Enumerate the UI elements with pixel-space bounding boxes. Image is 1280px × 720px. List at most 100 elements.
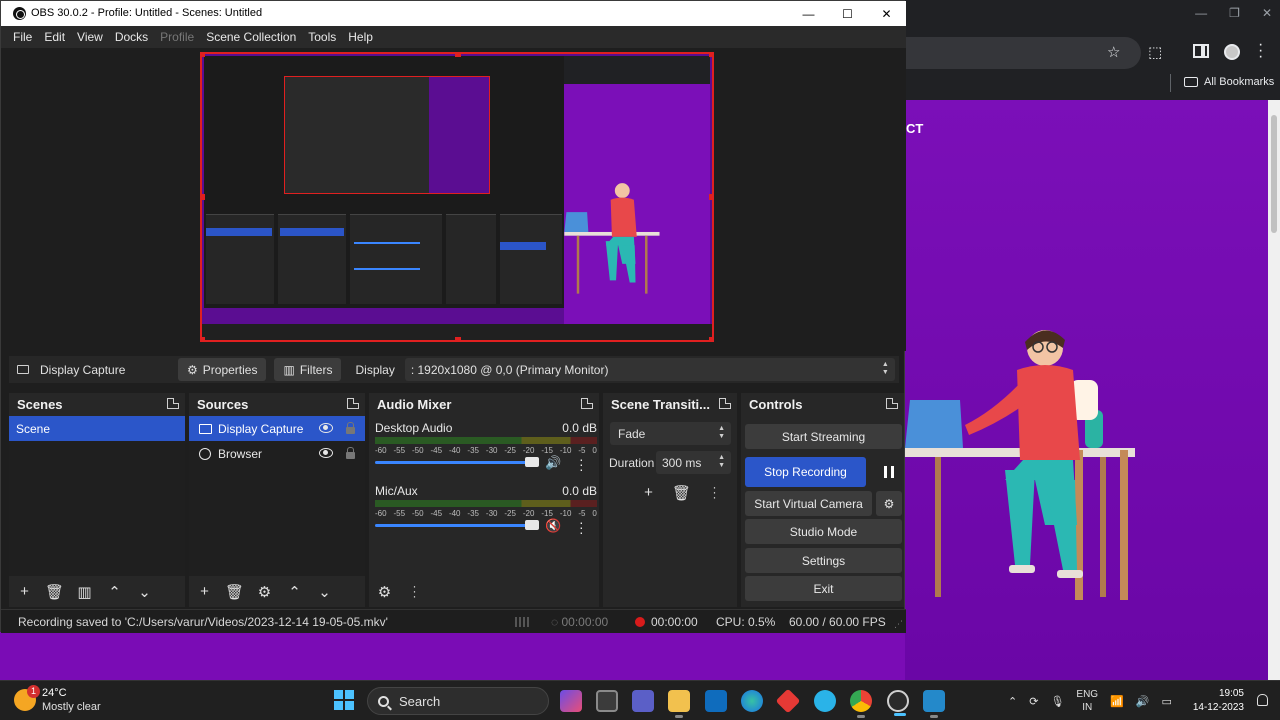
weather-temperature[interactable]: 24°C bbox=[42, 687, 67, 699]
start-virtual-camera-button[interactable]: Start Virtual Camera bbox=[745, 491, 872, 516]
menu-docks[interactable]: Docks bbox=[109, 30, 154, 44]
minimize-button[interactable]: — bbox=[789, 1, 828, 26]
undock-icon[interactable] bbox=[886, 398, 898, 409]
all-bookmarks-button[interactable]: All Bookmarks bbox=[1184, 76, 1274, 88]
resize-handle[interactable] bbox=[709, 54, 712, 57]
visibility-eye-icon[interactable] bbox=[319, 448, 333, 458]
source-item-browser[interactable]: Browser bbox=[189, 441, 365, 466]
resize-handle[interactable] bbox=[455, 54, 461, 57]
slider-handle[interactable] bbox=[525, 520, 539, 530]
start-streaming-button[interactable]: Start Streaming bbox=[745, 424, 902, 449]
side-panel-icon[interactable] bbox=[1193, 44, 1209, 58]
muted-speaker-icon[interactable]: 🔇 bbox=[545, 518, 561, 534]
resize-handle[interactable] bbox=[202, 194, 205, 200]
menu-tools[interactable]: Tools bbox=[302, 30, 342, 44]
exit-button[interactable]: Exit bbox=[745, 576, 902, 601]
source-item-display-capture[interactable]: Display Capture bbox=[189, 416, 365, 441]
clock[interactable]: 19:05 14-12-2023 bbox=[1193, 687, 1244, 715]
settings-button[interactable]: Settings bbox=[745, 548, 902, 573]
resize-handle[interactable] bbox=[709, 337, 712, 340]
vscode-app-icon[interactable] bbox=[923, 690, 945, 718]
weather-description[interactable]: Mostly clear bbox=[42, 701, 101, 713]
trash-icon[interactable]: 🗑 bbox=[225, 582, 244, 601]
add-icon[interactable]: + bbox=[15, 582, 34, 601]
undock-icon[interactable] bbox=[581, 398, 593, 409]
chevron-up-icon[interactable]: ⌃ bbox=[285, 582, 304, 601]
close-button[interactable]: ✕ bbox=[867, 1, 906, 26]
browser-scroll-thumb[interactable] bbox=[1271, 115, 1277, 233]
browser-menu-icon[interactable]: · · · bbox=[1258, 37, 1264, 65]
bookmark-star-icon[interactable]: ☆ bbox=[1107, 43, 1120, 61]
resize-handle[interactable] bbox=[202, 54, 205, 57]
menu-file[interactable]: File bbox=[7, 30, 38, 44]
menu-view[interactable]: View bbox=[71, 30, 109, 44]
duration-spinbox[interactable]: 300 ms ▲ ▼ bbox=[656, 451, 731, 474]
trash-icon[interactable]: 🗑 bbox=[45, 582, 64, 601]
maximize-button[interactable]: ☐ bbox=[828, 1, 867, 26]
volume-slider[interactable] bbox=[375, 520, 539, 530]
studio-mode-button[interactable]: Studio Mode bbox=[745, 519, 902, 544]
resize-handle[interactable] bbox=[455, 337, 461, 340]
slider-handle[interactable] bbox=[525, 457, 539, 467]
menu-help[interactable]: Help bbox=[342, 30, 379, 44]
copilot-app-icon[interactable] bbox=[560, 690, 582, 712]
sync-icon[interactable]: ⟳ bbox=[1029, 695, 1038, 708]
undock-icon[interactable] bbox=[719, 398, 731, 409]
undock-icon[interactable] bbox=[167, 398, 179, 409]
more-options-icon[interactable]: · · · bbox=[579, 515, 584, 539]
advanced-audio-gear-icon[interactable]: ⚙ bbox=[375, 582, 394, 601]
resize-handle[interactable] bbox=[202, 337, 205, 340]
task-view-icon[interactable] bbox=[596, 690, 618, 712]
edge-browser-icon[interactable] bbox=[741, 690, 763, 712]
gear-icon[interactable]: ⚙ bbox=[255, 582, 274, 601]
program-preview[interactable] bbox=[200, 52, 714, 342]
resize-handle[interactable] bbox=[709, 194, 712, 200]
scene-item[interactable]: Scene bbox=[9, 416, 185, 441]
pause-recording-button[interactable] bbox=[876, 459, 902, 484]
file-explorer-icon[interactable] bbox=[668, 690, 690, 718]
chevron-down-icon[interactable]: ⌄ bbox=[315, 582, 334, 601]
trash-icon[interactable]: 🗑 bbox=[672, 483, 691, 502]
browser-minimize-icon[interactable]: — bbox=[1195, 6, 1207, 20]
wifi-icon[interactable]: 📶 bbox=[1110, 695, 1124, 708]
transition-select[interactable]: Fade ▲ ▼ bbox=[610, 422, 731, 445]
add-icon[interactable]: + bbox=[195, 582, 214, 601]
resize-grip-icon[interactable]: ⋰ bbox=[894, 619, 903, 630]
edge-dev-browser-icon[interactable] bbox=[814, 690, 836, 712]
browser-close-icon[interactable]: ✕ bbox=[1262, 6, 1272, 20]
language-indicator[interactable]: ENG IN bbox=[1076, 688, 1098, 714]
lock-icon[interactable] bbox=[346, 422, 355, 434]
add-icon[interactable]: + bbox=[639, 483, 658, 502]
browser-maximize-icon[interactable]: ❐ bbox=[1229, 6, 1240, 20]
filters-button[interactable]: ▥ Filters bbox=[274, 358, 342, 381]
chrome-browser-icon[interactable] bbox=[850, 690, 872, 718]
volume-slider[interactable] bbox=[375, 457, 539, 467]
profile-avatar[interactable] bbox=[1224, 44, 1240, 60]
more-options-icon[interactable]: · · · bbox=[579, 452, 584, 476]
tray-overflow-chevron-icon[interactable]: ⌃ bbox=[1008, 695, 1017, 708]
store-app-icon[interactable] bbox=[705, 690, 727, 712]
menu-profile[interactable]: Profile bbox=[154, 30, 200, 44]
notification-bell-icon[interactable] bbox=[1257, 694, 1268, 706]
volume-icon[interactable]: 🔊 bbox=[1136, 695, 1150, 708]
speaker-icon[interactable]: 🔊 bbox=[545, 455, 561, 471]
battery-icon[interactable]: ▭ bbox=[1161, 695, 1171, 708]
chevron-up-icon[interactable]: ⌃ bbox=[105, 582, 124, 601]
properties-button[interactable]: ⚙ Properties bbox=[178, 358, 267, 381]
obs-taskbar-icon[interactable] bbox=[887, 690, 909, 716]
display-select[interactable]: : 1920x1080 @ 0,0 (Primary Monitor) ▲ ▼ bbox=[404, 358, 895, 381]
extensions-icon[interactable]: ⬚ bbox=[1148, 43, 1166, 61]
undock-icon[interactable] bbox=[347, 398, 359, 409]
updown-arrows-icon[interactable]: ▲ ▼ bbox=[718, 454, 725, 470]
visibility-eye-icon[interactable] bbox=[319, 423, 333, 433]
lock-icon[interactable] bbox=[346, 447, 355, 459]
filter-icon[interactable]: ▥ bbox=[75, 582, 94, 601]
virtual-camera-settings-button[interactable]: ⚙ bbox=[876, 491, 902, 516]
menu-edit[interactable]: Edit bbox=[38, 30, 71, 44]
title-bar[interactable]: OBS 30.0.2 - Profile: Untitled - Scenes:… bbox=[1, 1, 906, 26]
chevron-down-icon[interactable]: ⌄ bbox=[135, 582, 154, 601]
browser-address-bar[interactable] bbox=[905, 37, 1141, 69]
more-options-icon[interactable]: · · · bbox=[705, 481, 724, 503]
stop-recording-button[interactable]: Stop Recording bbox=[745, 457, 866, 487]
start-button[interactable] bbox=[334, 690, 354, 710]
